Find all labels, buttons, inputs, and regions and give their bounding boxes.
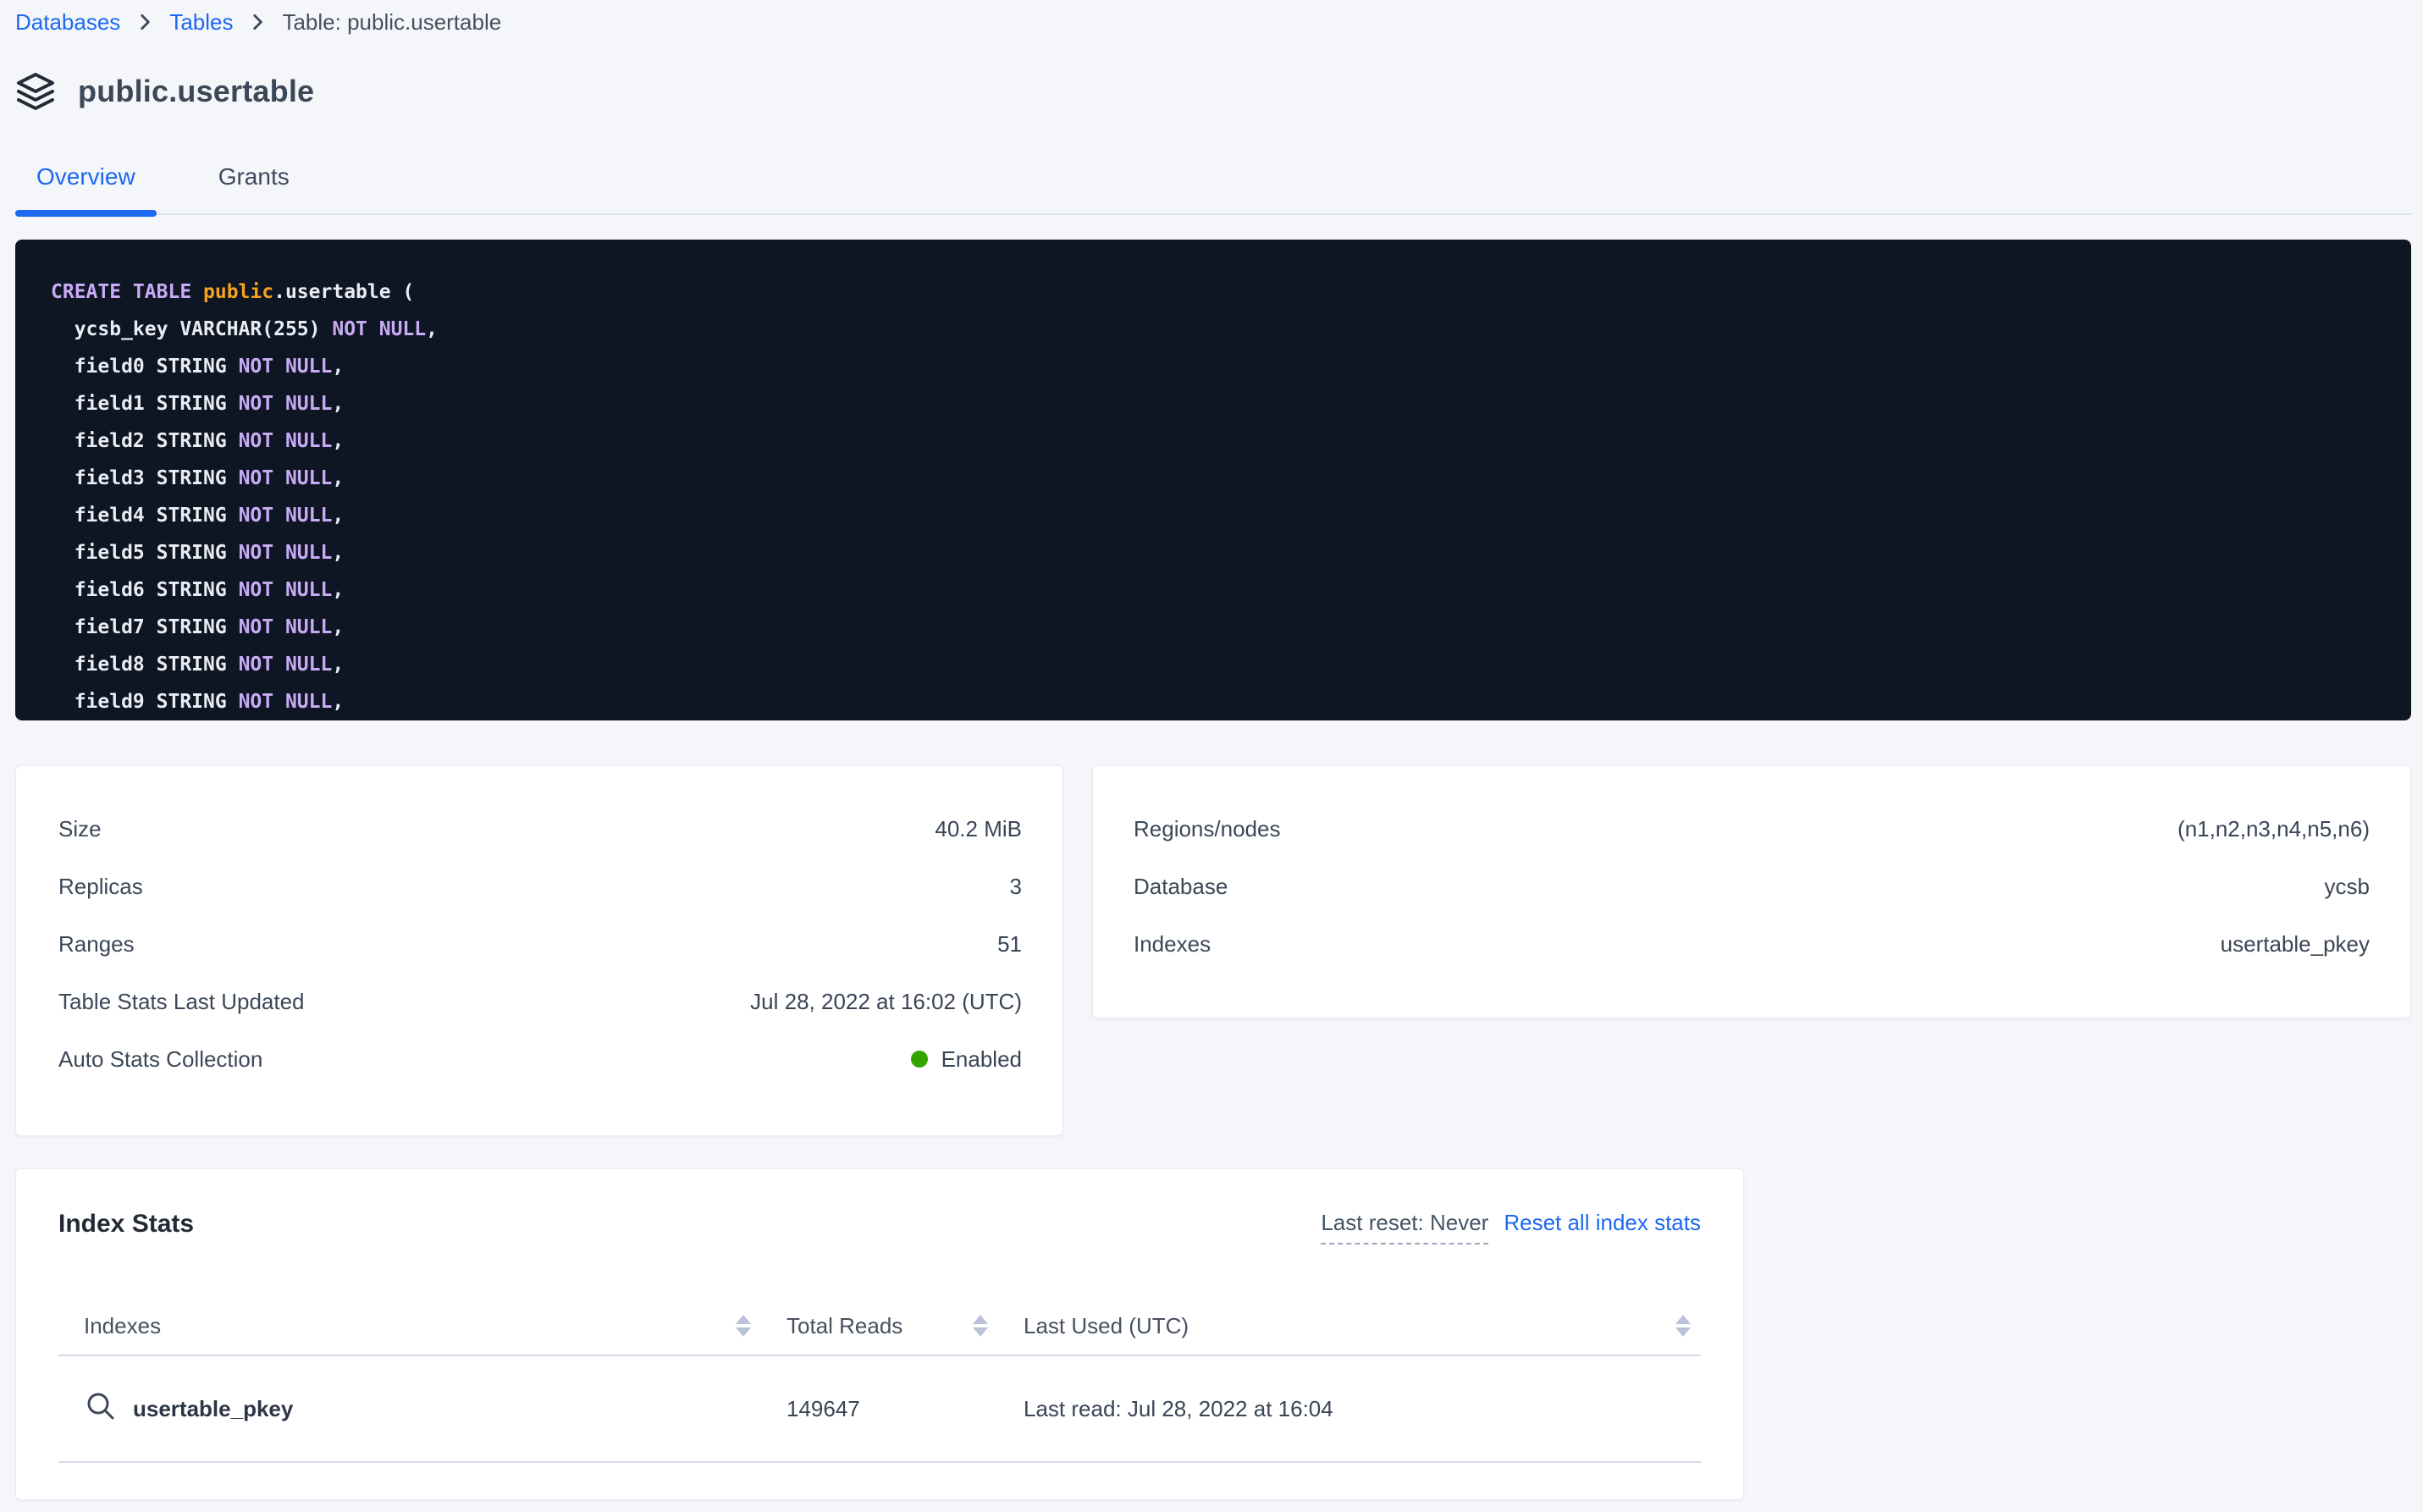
table-details-card: Regions/nodes (n1,n2,n3,n4,n5,n6) Databa… — [1092, 765, 2411, 1018]
last-reset-label: Last reset: Never — [1321, 1210, 1488, 1244]
stat-value-text: (n1,n2,n3,n4,n5,n6) — [2177, 816, 2370, 842]
stat-row: Ranges 51 — [58, 915, 1022, 973]
stat-value-text: usertable_pkey — [2221, 931, 2370, 957]
total-reads-value: 149647 — [787, 1396, 860, 1422]
sort-icon — [971, 1313, 990, 1338]
breadcrumb-link-tables[interactable]: Tables — [169, 9, 233, 36]
stat-value: Enabled — [911, 1046, 1022, 1073]
tab-bar: Overview Grants — [15, 163, 2411, 215]
column-header[interactable]: Last Used (UTC) — [998, 1313, 1701, 1339]
stat-row: Table Stats Last Updated Jul 28, 2022 at… — [58, 973, 1022, 1030]
column-header-label: Last Used (UTC) — [1024, 1313, 1189, 1339]
stat-value: ycsb — [2325, 874, 2370, 900]
index-stats-card: Index Stats Last reset: Never Reset all … — [15, 1168, 1744, 1500]
stat-label: Database — [1134, 874, 1228, 900]
column-header-label: Total Reads — [787, 1313, 902, 1339]
stat-row: Regions/nodes (n1,n2,n3,n4,n5,n6) — [1134, 800, 2370, 858]
page-header: public.usertable — [15, 68, 2411, 115]
sort-icon — [734, 1313, 753, 1338]
status-dot-icon — [911, 1051, 928, 1068]
stat-row: Auto Stats Collection Enabled — [58, 1030, 1022, 1088]
column-header[interactable]: Indexes — [58, 1313, 761, 1339]
tab-overview[interactable]: Overview — [15, 163, 157, 213]
breadcrumb-current: Table: public.usertable — [282, 9, 501, 36]
breadcrumb-link-databases[interactable]: Databases — [15, 9, 120, 36]
index-stats-header: Index Stats Last reset: Never Reset all … — [58, 1210, 1701, 1240]
table-row[interactable]: usertable_pkey 149647 Last read: Jul 28,… — [58, 1356, 1701, 1463]
index-stats-actions: Last reset: Never Reset all index stats — [1321, 1210, 1701, 1244]
index-name-cell: usertable_pkey — [58, 1389, 761, 1429]
layers-icon — [15, 71, 56, 112]
tab-grants[interactable]: Grants — [197, 163, 311, 213]
stat-value-text: Enabled — [941, 1046, 1022, 1073]
sql-code: CREATE TABLE public.usertable ( ycsb_key… — [51, 273, 2376, 720]
stat-value-text: 3 — [1010, 874, 1022, 900]
stat-value-text: 51 — [997, 931, 1022, 957]
stat-row: Indexes usertable_pkey — [1134, 915, 2370, 973]
stat-label: Regions/nodes — [1134, 816, 1280, 842]
stat-value: (n1,n2,n3,n4,n5,n6) — [2177, 816, 2370, 842]
stat-label: Size — [58, 816, 102, 842]
table-header-row: Indexes Total Reads Last Used (U — [58, 1297, 1701, 1356]
last-used-cell: Last read: Jul 28, 2022 at 16:04 — [998, 1396, 1701, 1422]
stat-row: Replicas 3 — [58, 858, 1022, 915]
index-stats-table: Indexes Total Reads Last Used (U — [58, 1297, 1701, 1463]
stat-label: Replicas — [58, 874, 143, 900]
table-body: usertable_pkey 149647 Last read: Jul 28,… — [58, 1356, 1701, 1463]
stat-value: usertable_pkey — [2221, 931, 2370, 957]
create-table-sql-block: CREATE TABLE public.usertable ( ycsb_key… — [15, 240, 2411, 720]
stat-row: Database ycsb — [1134, 858, 2370, 915]
index-stats-title: Index Stats — [58, 1210, 194, 1239]
stat-row: Size 40.2 MiB — [58, 800, 1022, 858]
chevron-right-icon — [246, 11, 268, 33]
breadcrumb: Databases Tables Table: public.usertable — [15, 8, 2411, 36]
stat-value: Jul 28, 2022 at 16:02 (UTC) — [750, 989, 1022, 1015]
stat-label: Auto Stats Collection — [58, 1046, 262, 1073]
page-title: public.usertable — [78, 74, 314, 109]
stat-label: Ranges — [58, 931, 135, 957]
stat-value-text: Jul 28, 2022 at 16:02 (UTC) — [750, 989, 1022, 1015]
column-header-label: Indexes — [84, 1313, 161, 1339]
stat-value: 40.2 MiB — [935, 816, 1022, 842]
reset-index-stats-link[interactable]: Reset all index stats — [1504, 1210, 1701, 1236]
stat-label: Indexes — [1134, 931, 1211, 957]
last-used-value: Last read: Jul 28, 2022 at 16:04 — [1024, 1396, 1333, 1422]
stat-value-text: 40.2 MiB — [935, 816, 1022, 842]
index-name: usertable_pkey — [133, 1396, 293, 1422]
table-details-page: Databases Tables Table: public.usertable… — [0, 0, 2423, 1500]
column-header[interactable]: Total Reads — [761, 1313, 998, 1339]
stat-value-text: ycsb — [2325, 874, 2370, 900]
table-overview-card: Size 40.2 MiB Replicas 3 Ranges — [15, 765, 1063, 1136]
chevron-right-icon — [134, 11, 156, 33]
stat-value: 3 — [1010, 874, 1022, 900]
stat-label: Table Stats Last Updated — [58, 989, 305, 1015]
total-reads-cell: 149647 — [761, 1396, 998, 1422]
search-icon — [84, 1389, 118, 1429]
stats-cards-row: Size 40.2 MiB Replicas 3 Ranges — [15, 765, 2411, 1136]
stat-value: 51 — [997, 931, 1022, 957]
sort-icon — [1674, 1313, 1692, 1338]
